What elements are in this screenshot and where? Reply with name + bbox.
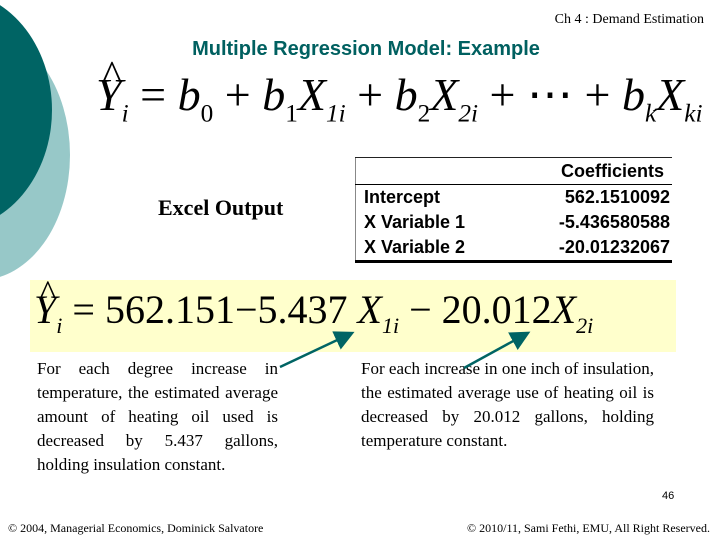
intercept-value: 562.151 bbox=[104, 287, 235, 332]
interpretation-temperature: For each degree increase in temperature,… bbox=[37, 359, 278, 474]
table-row: X Variable 2 -20.01232067 bbox=[356, 235, 673, 262]
excel-output-label: Excel Output bbox=[158, 195, 284, 220]
footer-left-copyright: © 2004, Managerial Economics, Dominick S… bbox=[8, 521, 264, 535]
row-value: 562.1510092 bbox=[564, 187, 670, 207]
interpretation-insulation: For each increase in one inch of insulat… bbox=[361, 359, 654, 450]
row-value: -20.01232067 bbox=[558, 237, 670, 257]
y-hat: ^ Y bbox=[34, 272, 57, 332]
table-header-coefficients: Coefficients bbox=[510, 157, 672, 185]
chapter-header: Ch 4 : Demand Estimation bbox=[554, 12, 704, 27]
row-label: X Variable 2 bbox=[364, 237, 466, 257]
row-label: Intercept bbox=[364, 187, 441, 207]
table-row: X Variable 1 -5.436580588 bbox=[356, 210, 673, 235]
table-header-row: Coefficients bbox=[355, 157, 672, 185]
page-number: 46 bbox=[662, 490, 675, 502]
coef1-value: 5.437 bbox=[257, 287, 348, 332]
coefficients-table: Coefficients Intercept 562.1510092 X Var… bbox=[355, 157, 672, 263]
row-label: X Variable 1 bbox=[364, 212, 466, 232]
coef2-value: 20.012 bbox=[441, 287, 552, 332]
table-row: Intercept 562.1510092 bbox=[356, 185, 673, 211]
row-value: -5.436580588 bbox=[558, 212, 670, 232]
table-header-empty bbox=[355, 157, 511, 185]
y-hat: ^ Y bbox=[96, 51, 122, 120]
fitted-regression-equation: ^ Yi = 562.151−5.437 X1i − 20.012X2i bbox=[34, 272, 594, 338]
footer-right-copyright: © 2010/11, Sami Fethi, EMU, All Right Re… bbox=[467, 521, 710, 535]
general-regression-equation: ^ Yi = b0 + b1X1i + b2X2i + ⋯ + bkXki bbox=[96, 51, 703, 128]
